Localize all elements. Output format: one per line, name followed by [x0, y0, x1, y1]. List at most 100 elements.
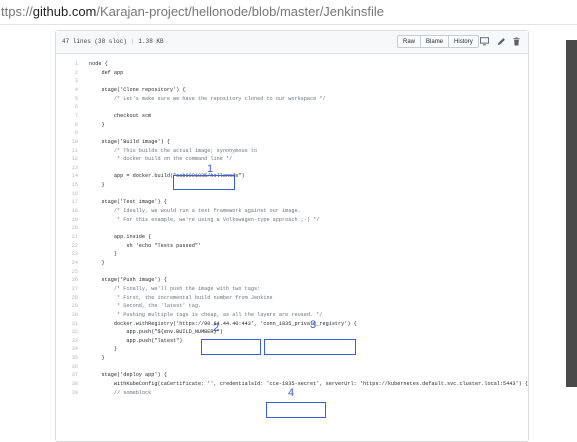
code-text: /* Ideally, we would run a test framewor… — [89, 208, 301, 215]
browser-address-bar[interactable]: ttps://github.com/Karajan-project/hellon… — [0, 0, 577, 25]
line-number[interactable]: 37 — [56, 371, 78, 379]
code-line: 24 } — [56, 259, 528, 267]
annotation-box-2 — [201, 339, 261, 355]
code-text: /* Finally, we'll push the image with tw… — [89, 285, 261, 292]
code-line: 5 /* Let's make sure we have the reposit… — [56, 95, 528, 103]
code-line: 13 — [56, 164, 528, 172]
url-path: /Karajan-project/hellonode/blob/master/J… — [96, 4, 384, 19]
line-number[interactable]: 31 — [56, 320, 78, 328]
code-text: } — [89, 182, 105, 189]
code-text: } — [89, 121, 105, 128]
code-text: } — [89, 251, 118, 258]
blame-button[interactable]: Blame — [420, 35, 450, 48]
code-line: 11 /* This builds the actual image; syno… — [56, 147, 528, 155]
line-number[interactable]: 23 — [56, 250, 78, 258]
code-text: app.push("latest") — [89, 337, 183, 344]
line-number[interactable]: 11 — [56, 147, 78, 155]
line-number[interactable]: 6 — [56, 103, 78, 111]
line-number[interactable]: 25 — [56, 268, 78, 276]
code-line: 16 — [56, 190, 528, 198]
line-number[interactable]: 3 — [56, 77, 78, 85]
line-number[interactable]: 27 — [56, 285, 78, 293]
history-button[interactable]: History — [448, 35, 479, 48]
file-header: 47 lines (38 sloc) | 1.38 KB Raw Blame His… — [56, 31, 528, 54]
code-text: } — [89, 346, 118, 353]
line-number[interactable]: 8 — [56, 121, 78, 129]
code-text: stage('Build image') { — [89, 138, 170, 145]
code-line: 25 — [56, 268, 528, 276]
line-number[interactable]: 12 — [56, 155, 78, 163]
code-text: stage('Test image') { — [89, 199, 167, 206]
code-line: 26 stage('Push image') { — [56, 276, 528, 284]
line-number[interactable]: 14 — [56, 172, 78, 180]
line-number[interactable]: 4 — [56, 86, 78, 94]
annotation-box-1 — [173, 175, 235, 190]
line-number[interactable]: 18 — [56, 207, 78, 215]
url-text[interactable]: ttps://github.com/Karajan-project/hellon… — [1, 4, 384, 19]
line-number[interactable]: 20 — [56, 224, 78, 232]
line-number[interactable]: 5 — [56, 95, 78, 103]
code-line: 14 app = docker.build("ocb0001835/hellon… — [56, 172, 528, 180]
code-line: 8 } — [56, 121, 528, 129]
line-number[interactable]: 30 — [56, 311, 78, 319]
file-viewer: 47 lines (38 sloc) | 1.38 KB Raw Blame His… — [55, 30, 529, 442]
file-size: 1.38 KB — [138, 38, 164, 45]
raw-button[interactable]: Raw — [397, 35, 422, 48]
file-info: 47 lines (38 sloc) | 1.38 KB — [62, 38, 164, 45]
code-line: 2 def app — [56, 69, 528, 77]
line-number[interactable]: 13 — [56, 164, 78, 172]
annotation-box-4 — [266, 402, 326, 418]
code-text: docker.withRegistry('https://90.84.44.40… — [89, 320, 357, 327]
line-number[interactable]: 7 — [56, 112, 78, 120]
code-text: app.inside { — [89, 234, 152, 240]
code-text: * Second, the 'latest' tag. — [89, 303, 202, 310]
line-number[interactable]: 21 — [56, 233, 78, 241]
code-text: * First, the incremental build number fr… — [89, 294, 273, 301]
desktop-icon[interactable] — [480, 37, 489, 46]
code-line: 7 checkout scm — [56, 112, 528, 120]
line-number[interactable]: 34 — [56, 345, 78, 353]
line-number[interactable]: 29 — [56, 302, 78, 310]
line-number[interactable]: 2 — [56, 69, 78, 77]
line-number[interactable]: 26 — [56, 276, 78, 284]
line-number[interactable]: 28 — [56, 294, 78, 302]
code-line: 6 — [56, 103, 528, 111]
code-text: stage('Push image') { — [89, 277, 167, 284]
line-number[interactable]: 17 — [56, 198, 78, 206]
trash-icon[interactable] — [512, 37, 521, 46]
code-line: 18 /* Ideally, we would run a test frame… — [56, 207, 528, 215]
line-number[interactable]: 9 — [56, 129, 78, 137]
line-number[interactable]: 16 — [56, 190, 78, 198]
code-text: node { — [89, 61, 108, 67]
code-text: * Pushing multiple tags is cheap, as all… — [89, 311, 323, 318]
code-line: 29 * Second, the 'latest' tag. — [56, 302, 528, 310]
code-line: 35 } — [56, 354, 528, 362]
line-number[interactable]: 19 — [56, 216, 78, 224]
line-number[interactable]: 15 — [56, 181, 78, 189]
scrollbar[interactable] — [566, 40, 577, 387]
code-line: 37 stage('deploy app') { — [56, 371, 528, 379]
line-number[interactable]: 1 — [56, 60, 78, 68]
annotation-box-3 — [264, 339, 356, 355]
pencil-icon[interactable] — [497, 37, 506, 46]
code-line: 23 } — [56, 250, 528, 258]
line-number[interactable]: 38 — [56, 380, 78, 388]
line-number[interactable]: 35 — [56, 354, 78, 362]
code-text: } — [89, 355, 105, 362]
line-number[interactable]: 22 — [56, 242, 78, 250]
code-line: 3 — [56, 77, 528, 85]
code-text: def app — [89, 69, 124, 76]
code-line: 9 — [56, 129, 528, 137]
line-number[interactable]: 39 — [56, 389, 78, 397]
line-number[interactable]: 32 — [56, 328, 78, 336]
line-number[interactable]: 36 — [56, 363, 78, 371]
annotation-number-3: 3 — [310, 319, 317, 331]
code-text: /* Let's make sure we have the repositor… — [89, 95, 326, 102]
code-line: 15 } — [56, 181, 528, 189]
code-text: sh 'echo "Tests passed"' — [89, 242, 202, 249]
line-number[interactable]: 10 — [56, 138, 78, 146]
line-number[interactable]: 33 — [56, 337, 78, 345]
code-text: * docker build on the command line */ — [89, 156, 233, 163]
line-number[interactable]: 24 — [56, 259, 78, 267]
code-line: 27 /* Finally, we'll push the image with… — [56, 285, 528, 293]
